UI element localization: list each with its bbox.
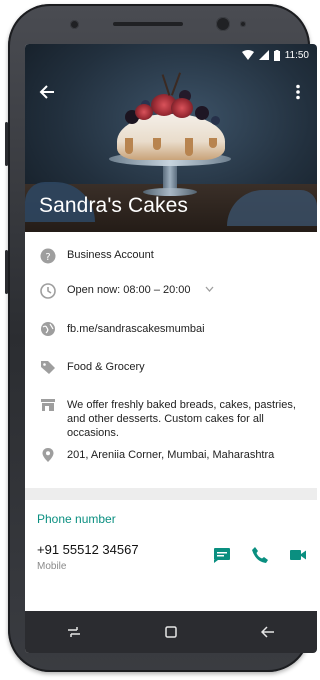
proximity-sensor (240, 21, 246, 27)
video-icon[interactable] (289, 546, 307, 564)
chevron-down-icon[interactable] (205, 286, 214, 293)
back-icon[interactable] (261, 626, 275, 638)
power-button (5, 250, 8, 294)
stem (161, 74, 171, 96)
phone-type: Mobile (37, 561, 67, 572)
status-time: 11:50 (284, 49, 309, 61)
info-row-category: Food & Grocery (25, 352, 317, 390)
front-sensor (70, 20, 79, 29)
home-icon[interactable] (165, 626, 177, 638)
help-circle-icon: ? (39, 247, 57, 265)
info-row-address[interactable]: 201, Areniia Corner, Mumbai, Maharashtra (25, 440, 317, 482)
category-text: Food & Grocery (67, 361, 145, 373)
front-camera (216, 17, 230, 31)
fig-slice (135, 104, 153, 120)
earpiece (113, 22, 183, 26)
recent-apps-icon[interactable] (67, 626, 81, 638)
caramel-drip (185, 138, 193, 156)
battery-icon (273, 49, 280, 61)
info-row-hours[interactable]: Open now: 08:00 – 20:00 (25, 276, 317, 314)
globe-icon (39, 320, 57, 338)
system-nav-bar (25, 611, 317, 653)
info-row-description: We offer freshly baked breads, cakes, pa… (25, 390, 317, 440)
volume-button (5, 122, 8, 166)
phone-section-header: Phone number (37, 512, 116, 526)
wifi-icon (241, 50, 254, 60)
website-link[interactable]: fb.me/sandrascakesmumbai (67, 322, 205, 336)
signal-icon (258, 50, 269, 60)
fig-slice (171, 98, 193, 118)
phone-number[interactable]: +91 55512 34567 (37, 542, 139, 557)
screen: 11:50 Sandra's Cakes ? Business Account … (25, 44, 317, 653)
more-vertical-icon[interactable] (295, 84, 301, 100)
phone-section: Phone number +91 55512 34567 Mobile (25, 500, 317, 610)
business-info-list: ? Business Account Open now: 08:00 – 20:… (25, 232, 317, 482)
phone-icon[interactable] (251, 546, 269, 564)
address-text: 201, Areniia Corner, Mumbai, Maharashtra (67, 449, 275, 461)
store-icon (39, 396, 57, 414)
phone-frame: 11:50 Sandra's Cakes ? Business Account … (5, 4, 317, 672)
hours-text: Open now: 08:00 – 20:00 (67, 284, 191, 296)
info-row-website[interactable]: fb.me/sandrascakesmumbai (25, 314, 317, 352)
message-icon[interactable] (213, 546, 231, 564)
status-bar: 11:50 (25, 44, 317, 66)
business-name: Sandra's Cakes (39, 194, 188, 217)
account-type-text: Business Account (67, 249, 154, 261)
tag-icon (39, 358, 57, 376)
location-pin-icon (39, 446, 57, 464)
caramel-drip (209, 138, 217, 148)
arrow-left-icon[interactable] (39, 84, 55, 100)
caramel-drip (153, 138, 161, 150)
blueberry (211, 116, 220, 125)
caramel-drip (125, 138, 133, 154)
top-bezel (8, 4, 310, 44)
section-divider (25, 488, 317, 500)
blackberry (195, 106, 209, 120)
clock-icon (39, 282, 57, 300)
description-text: We offer freshly baked breads, cakes, pa… (67, 399, 296, 439)
info-row-account: ? Business Account (25, 232, 317, 276)
svg-text:?: ? (45, 252, 50, 263)
